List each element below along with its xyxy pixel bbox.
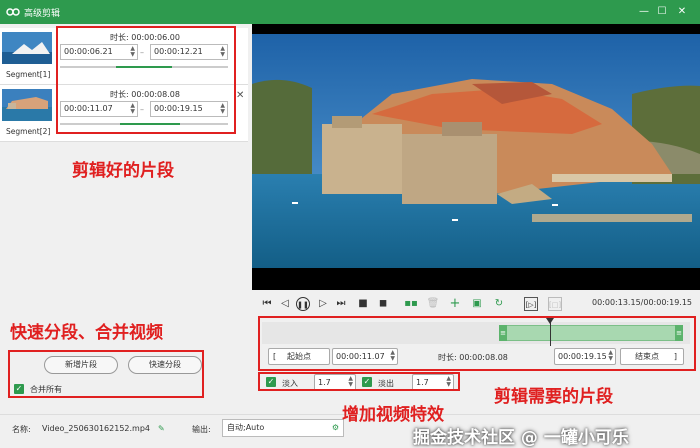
mark-out-icon[interactable]: [□] <box>548 297 562 311</box>
minimize-icon[interactable]: — <box>636 4 652 20</box>
segment-thumbnail <box>2 89 52 121</box>
video-frame <box>252 24 700 290</box>
stop-icon[interactable]: ■ <box>356 297 370 311</box>
annotation-quick-split-merge: 快速分段、合并视频 <box>10 323 163 343</box>
segment-label: Segment[1] <box>6 70 51 79</box>
delete-segment-icon[interactable]: ✕ <box>236 90 244 101</box>
segment-thumbnail <box>2 32 52 64</box>
annotation-clip-needed-segment: 剪辑需要的片段 <box>494 387 613 407</box>
delete-icon[interactable]: 🗑 <box>426 297 440 311</box>
name-label: 名称: <box>12 425 31 434</box>
annotation-box-segments <box>56 26 236 134</box>
app-logo-icon <box>6 8 20 16</box>
watermark: 掘金技术社区 @ 一罐小可乐 <box>413 428 629 448</box>
segment-label: Segment[2] <box>6 127 51 136</box>
split-icon[interactable]: ▪▪ <box>404 297 418 311</box>
timecode-readout: 00:00:13.15/00:00:19.15 <box>592 298 692 307</box>
annotation-box-split-merge <box>8 350 204 398</box>
step-forward-icon[interactable]: ▷ <box>316 297 330 311</box>
player-controls: ⏮ ◁ ❚❚ ▷ ⏭ ■ ◼ ▪▪ 🗑 + ▣ ↻ [▷] [□] 00:00:… <box>252 294 700 314</box>
volume-icon[interactable]: ◼ <box>376 297 390 311</box>
copy-icon[interactable]: ▣ <box>470 297 484 311</box>
annotation-box-effects <box>258 372 460 391</box>
video-preview[interactable] <box>252 24 700 290</box>
go-to-end-icon[interactable]: ⏭ <box>334 297 348 311</box>
maximize-icon[interactable]: ☐ <box>654 4 670 20</box>
output-select[interactable]: 自动;Auto ⚙ <box>222 419 344 437</box>
edit-name-icon[interactable]: ✎ <box>158 424 165 433</box>
annotation-clipped-segments: 剪辑好的片段 <box>72 161 174 181</box>
settings-icon[interactable]: ⚙ <box>332 420 339 436</box>
step-back-icon[interactable]: ◁ <box>278 297 292 311</box>
file-name: Video_250630162152.mp4 <box>42 424 150 433</box>
annotation-box-range <box>258 316 696 371</box>
output-label: 输出: <box>192 425 211 434</box>
go-to-start-icon[interactable]: ⏮ <box>260 297 274 311</box>
pause-icon[interactable]: ❚❚ <box>296 297 310 311</box>
close-icon[interactable]: ✕ <box>674 4 690 20</box>
refresh-icon[interactable]: ↻ <box>492 297 506 311</box>
window-title: 高级剪辑 <box>24 9 61 19</box>
title-bar: 高级剪辑 — ☐ ✕ <box>0 0 700 24</box>
annotation-add-effects: 增加视频特效 <box>342 405 444 425</box>
mark-in-icon[interactable]: [▷] <box>524 297 538 311</box>
add-icon[interactable]: + <box>448 297 462 311</box>
